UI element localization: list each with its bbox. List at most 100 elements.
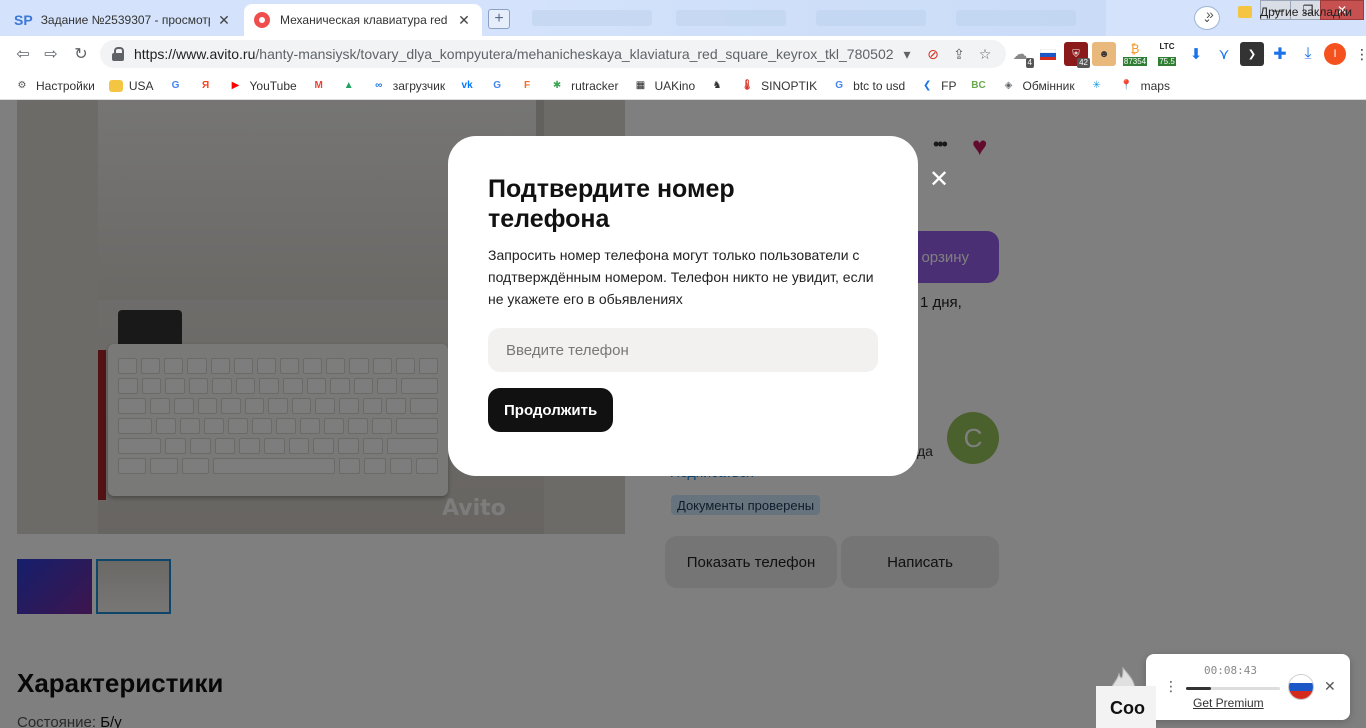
russia-flag-icon[interactable]	[1036, 42, 1060, 66]
infinity-icon: ∞	[375, 80, 383, 91]
blocked-popup-icon[interactable]: ⊘	[920, 41, 946, 67]
bookmark-item[interactable]: ▦ UAKino	[632, 78, 695, 94]
address-bar[interactable]: https://www.avito.ru/hanty-mansiysk/tova…	[100, 40, 1006, 68]
bookmark-label: загрузчик	[392, 78, 446, 93]
background-tab[interactable]	[816, 10, 926, 26]
bookmark-item[interactable]: G	[168, 78, 184, 94]
vk-icon: vk	[461, 80, 473, 91]
bookmark-item[interactable]: Я	[198, 78, 214, 94]
flag-svg	[1040, 48, 1056, 60]
url-host: https://www.avito.ru	[134, 46, 256, 62]
face-extension-icon[interactable]: ☻	[1092, 42, 1116, 66]
uakino-icon: ▦	[635, 80, 646, 91]
google-icon: G	[171, 80, 180, 91]
recorder-widget: 00:08:43 ⋮ Get Premium ✕	[1146, 654, 1350, 720]
menu-icon[interactable]: ⋮	[1350, 42, 1366, 66]
kebab-menu-icon[interactable]: ⋮	[1164, 678, 1178, 695]
bookmark-item[interactable]: vk	[459, 78, 475, 94]
bookmark-item[interactable]: ∞ загрузчик	[371, 78, 445, 94]
weather-extension-icon[interactable]: ☁ 4	[1008, 42, 1034, 68]
bookmark-item[interactable]: ❮ FP	[919, 78, 957, 94]
tab-avito[interactable]: Механическая клавиатура red sq ✕	[244, 4, 482, 36]
background-tab[interactable]	[676, 10, 786, 26]
close-icon[interactable]: ✕	[456, 12, 472, 28]
bookmark-item[interactable]: M	[311, 78, 327, 94]
share-icon[interactable]: ⇪	[946, 41, 972, 67]
bookmark-item[interactable]: ✳	[1089, 78, 1105, 94]
reload-icon[interactable]: ↻	[70, 44, 92, 64]
bookmark-label: Обмінник	[1022, 78, 1075, 93]
continue-button[interactable]: Продолжить	[488, 388, 614, 432]
bookmark-item[interactable]: USA	[108, 79, 154, 93]
bookmark-item[interactable]: ⚙ Настройки	[14, 78, 95, 94]
forward-arrow-icon[interactable]: ⇨	[40, 44, 62, 64]
terminal-icon[interactable]: ❯	[1240, 42, 1264, 66]
ltc-extension-icon[interactable]: LTC 75.5	[1154, 42, 1180, 66]
other-bookmarks[interactable]: Другие закладки	[1238, 5, 1352, 19]
rutracker-icon: ✱	[552, 80, 562, 91]
bookmark-star-icon[interactable]: ☆	[972, 41, 998, 67]
background-tab[interactable]	[532, 10, 652, 26]
messages-heading: Соо	[1096, 686, 1156, 728]
recorder-progress-fill	[1186, 687, 1212, 690]
ltc-value: 75.5	[1158, 57, 1176, 66]
drive-icon: ▲	[343, 80, 354, 91]
new-tab-button[interactable]: +	[488, 9, 510, 29]
gear-icon: ⚙	[17, 80, 27, 91]
extensions-area: ☁ 4 ⛨ 42 ☻ ₿ 87354 LTC 75.5 ⬇ ⋎ ❯ ✚ ⤓ I ⋮	[1008, 40, 1366, 68]
bookmark-item[interactable]: BC	[971, 78, 987, 94]
url-text[interactable]: https://www.avito.ru/hanty-mansiysk/tova…	[134, 46, 894, 62]
user-avatar[interactable]: I	[1324, 43, 1346, 65]
tab-title: Задание №2539307 - просмотр з	[40, 13, 210, 27]
bc-icon: BC	[971, 80, 986, 91]
bookmark-item[interactable]: ▲	[341, 78, 357, 94]
bookmark-item[interactable]: F	[519, 78, 535, 94]
phone-input[interactable]	[488, 328, 878, 372]
bookmarks-more-button[interactable]: »	[1206, 6, 1214, 22]
bookmark-label: SINOPTIK	[761, 78, 818, 93]
bookmark-label: maps	[1140, 78, 1170, 93]
dropdown-icon[interactable]: ▾	[894, 41, 920, 67]
phone-confirm-modal: Подтвердите номер телефона Запросить ном…	[448, 136, 949, 476]
tab-task[interactable]: SP Задание №2539307 - просмотр з ✕	[4, 4, 242, 36]
bookmark-item[interactable]: 📍 maps	[1119, 78, 1170, 94]
close-icon[interactable]: ✕	[1324, 678, 1336, 695]
get-premium-link[interactable]: Get Premium	[1193, 696, 1264, 710]
bookmarks-bar: ⚙ Настройки USA G Я ▶ YouTube M ▲ ∞ загрузчик vk G F ✱…	[0, 72, 1366, 100]
bookmark-item[interactable]: 🌡 SINOPTIK	[739, 78, 817, 94]
other-bookmarks-label: Другие закладки	[1260, 5, 1352, 19]
page-content: Avito ••• ♥ орзину 1 дня, да С Подписать…	[0, 100, 1366, 728]
exchange-icon: ◈	[1004, 80, 1013, 91]
tab-title: Механическая клавиатура red sq	[280, 13, 450, 27]
weather-badge: 4	[1025, 58, 1034, 68]
translate-icon: G	[493, 80, 501, 91]
download-box-icon[interactable]: ⬇	[1184, 42, 1208, 66]
recorder-progress-track[interactable]	[1186, 687, 1280, 690]
background-tabs	[516, 0, 1106, 36]
avito-icon	[254, 12, 270, 28]
tab-strip: SP Задание №2539307 - просмотр з ✕ Механ…	[0, 0, 1366, 36]
heart-y-icon[interactable]: ⋎	[1212, 42, 1236, 66]
puzzle-icon[interactable]: ✚	[1268, 42, 1292, 66]
bookmark-item[interactable]: ✱ rutracker	[549, 78, 619, 94]
bookmark-item[interactable]: ▶ YouTube	[228, 78, 297, 94]
flag-stripe-white	[1289, 675, 1313, 684]
bookmark-item[interactable]: ♞	[709, 78, 725, 94]
russia-flag-icon[interactable]	[1288, 674, 1314, 700]
back-arrow-icon[interactable]: ⇦	[12, 44, 34, 64]
bookmark-item[interactable]: G	[489, 78, 505, 94]
bookmark-label: FP	[941, 78, 957, 93]
shield-extension-icon[interactable]: ⛨ 42	[1064, 42, 1090, 68]
yandex-icon: Я	[201, 80, 210, 91]
shield-badge: 42	[1077, 58, 1090, 68]
lock-icon[interactable]	[112, 47, 124, 61]
close-icon[interactable]: ✕	[216, 12, 232, 28]
bookmark-item[interactable]: ◈ Обмінник	[1001, 78, 1075, 94]
close-icon[interactable]: ✕	[928, 168, 950, 192]
downloads-icon[interactable]: ⤓	[1296, 42, 1320, 66]
background-tab[interactable]	[956, 10, 1076, 26]
bitcoin-extension-icon[interactable]: ₿ 87354	[1120, 42, 1150, 66]
bookmark-item[interactable]: Gbtc to usd	[831, 78, 905, 94]
bookmark-label: UAKino	[654, 78, 696, 93]
flag-stripe-blue	[1289, 683, 1313, 692]
